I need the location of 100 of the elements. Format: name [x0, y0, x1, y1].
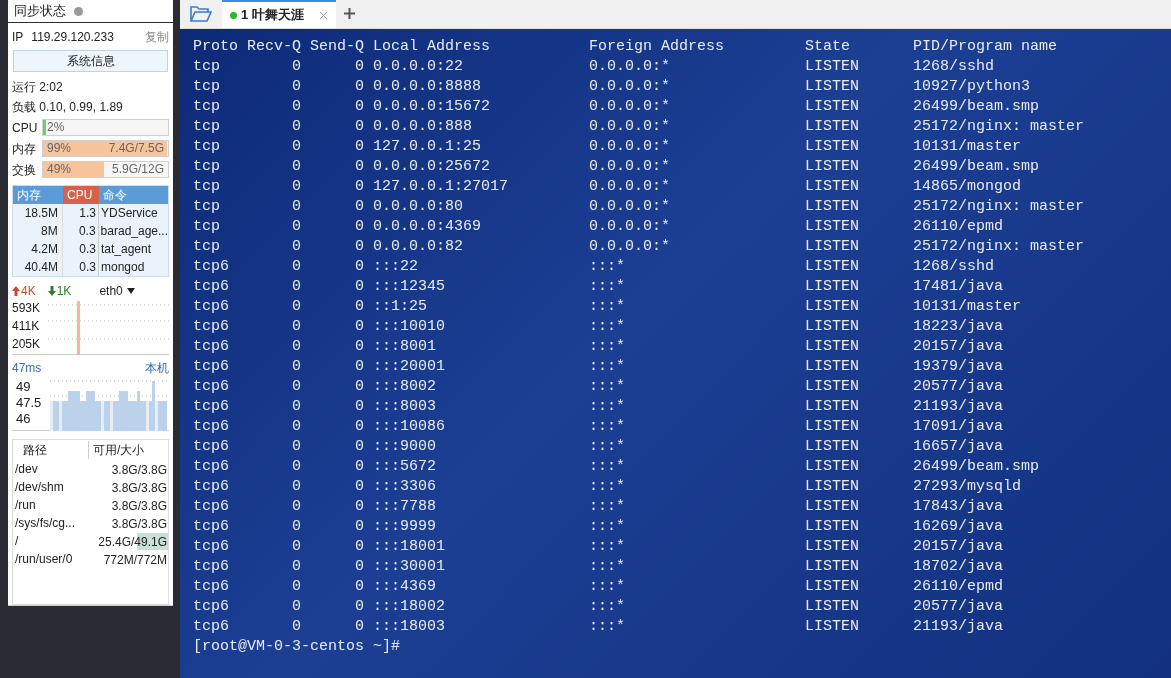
table-cell: 18.5M	[13, 204, 63, 222]
terminal-cell-text: 0	[291, 597, 301, 617]
terminal-cell-text: 0	[354, 537, 364, 557]
terminal-cell-text: tcp	[193, 77, 221, 97]
terminal-cell-text: 0	[354, 257, 364, 277]
table-cell: 8M	[13, 222, 63, 240]
terminal-cell-text: 0	[291, 497, 301, 517]
terminal-cell-text: LISTEN	[805, 257, 860, 277]
shell-prompt: [root@VM-0-3-centos ~]#	[193, 638, 401, 655]
sync-label: 同步状态	[14, 2, 66, 21]
terminal-cell-text: tcp	[193, 197, 221, 217]
terminal-cell-text: LISTEN	[805, 337, 860, 357]
column-header: Local Address	[373, 37, 492, 57]
terminal-cell-text: 0	[354, 157, 364, 177]
terminal-cell-text: 21193/java	[913, 397, 1004, 417]
terminal-cell-text: LISTEN	[805, 577, 860, 597]
terminal-cell-text: tcp6	[193, 257, 230, 277]
terminal-cell-text: 0	[291, 217, 301, 237]
terminal-cell-text: tcp6	[193, 397, 230, 417]
column-header: Foreign Address	[589, 37, 726, 57]
terminal-cell-text: 0.0.0.0:*	[589, 117, 671, 137]
system-info-button[interactable]: 系统信息	[13, 50, 168, 72]
terminal-cell-text: :::*	[589, 257, 626, 277]
terminal-cell-text: 0	[291, 477, 301, 497]
terminal-cell-text: tcp	[193, 57, 221, 77]
axis-label: 593K	[12, 300, 42, 317]
terminal-cell-text: 16657/java	[913, 437, 1004, 457]
terminal-cell-text: 25172/nginx: master	[913, 197, 1086, 217]
terminal-cell-text: 25172/nginx: master	[913, 117, 1086, 137]
terminal-cell-text: LISTEN	[805, 117, 860, 137]
terminal-cell-text: tcp6	[193, 577, 230, 597]
terminal-cell-text: tcp6	[193, 537, 230, 557]
interface-dropdown[interactable]: eth0	[99, 282, 135, 300]
terminal-cell-text: 0.0.0.0:*	[589, 237, 671, 257]
terminal-cell-text: 18702/java	[913, 557, 1004, 577]
table-cell-text: /	[14, 533, 20, 550]
terminal-cell-text: LISTEN	[805, 217, 860, 237]
terminal-cell-text: LISTEN	[805, 137, 860, 157]
usage-text: 25.4G/49.1G	[98, 533, 168, 550]
table-cell-text: /run	[14, 497, 37, 514]
close-icon[interactable]	[319, 10, 328, 20]
ip-address: 119.29.120.233	[31, 29, 115, 46]
terminal-cell-text: :::*	[589, 537, 626, 557]
terminal-cell-text: LISTEN	[805, 477, 860, 497]
column-header[interactable]: CPU	[63, 186, 99, 204]
terminal-cell-text: LISTEN	[805, 377, 860, 397]
terminal-cell-text: :::8001	[373, 337, 437, 357]
terminal-cell-text: 0	[354, 437, 364, 457]
terminal-cell-text: :::4369	[373, 577, 437, 597]
table-cell-text: barad_age...	[99, 223, 168, 240]
terminal-cell-text: 0	[354, 297, 364, 317]
axis-label: 411K	[12, 318, 41, 335]
terminal-cell-text: 0	[354, 277, 364, 297]
up-arrow-icon	[12, 286, 20, 296]
column-header[interactable]: 可用/大小	[89, 441, 168, 459]
terminal-cell-text: 0	[291, 97, 301, 117]
terminal-cell-text: :::*	[589, 357, 626, 377]
terminal-cell-text: LISTEN	[805, 517, 860, 537]
table-cell: 0.3	[63, 240, 99, 258]
terminal-cell-text: :::*	[589, 317, 626, 337]
terminal-cell-text: 0	[354, 557, 364, 577]
terminal-cell-text: 0	[354, 117, 364, 137]
terminal-cell-text: 17481/java	[913, 277, 1004, 297]
terminal-cell-text: 0.0.0.0:*	[589, 157, 671, 177]
terminal-cell-text: 0.0.0.0:*	[589, 77, 671, 97]
column-header[interactable]: 路径	[13, 441, 89, 459]
terminal-cell-text: 0.0.0.0:15672	[373, 97, 492, 117]
table-cell-text: YDService	[100, 205, 159, 222]
usage-text: 3.8G/3.8G	[111, 497, 168, 514]
terminal-cell-text: :::*	[589, 557, 626, 577]
terminal-cell-text: 0.0.0.0:*	[589, 97, 671, 117]
session-tab[interactable]: 1 叶舞天涯	[222, 0, 336, 28]
terminal-cell-text: 0	[354, 617, 364, 637]
terminal-cell-text: 0	[291, 577, 301, 597]
add-tab-icon[interactable]	[344, 8, 355, 19]
down-arrow-icon	[47, 286, 56, 296]
caret-icon	[126, 288, 135, 294]
table-cell-text: /sys/fs/cg...	[14, 515, 76, 532]
terminal-cell-text: 26499/beam.smp	[913, 157, 1041, 177]
table-cell-text: /run/user/0	[14, 551, 74, 568]
terminal-cell-text: 0	[354, 417, 364, 437]
terminal-cell-text: 0	[291, 457, 301, 477]
load-average-text: 负载 0.10, 0.99, 1.89	[11, 99, 124, 116]
terminal-cell-text: 0	[354, 77, 364, 97]
meter-label: 内存	[12, 140, 37, 158]
terminal-cell-text: :::*	[589, 577, 626, 597]
terminal-cell-text: 0	[291, 337, 301, 357]
terminal-cell-text: 0	[291, 157, 301, 177]
terminal-cell-text: 26499/beam.smp	[913, 457, 1041, 477]
terminal-cell-text: 0	[354, 357, 364, 377]
terminal-cell-text: :::*	[589, 297, 626, 317]
terminal-cell-text: 26499/beam.smp	[913, 97, 1041, 117]
terminal-cell-text: :::22	[373, 257, 419, 277]
table-cell: 40.4M	[13, 258, 63, 276]
terminal-cell-text: 0.0.0.0:*	[589, 137, 671, 157]
terminal-cell-text: :::10086	[373, 417, 446, 437]
terminal-cell-text: 20157/java	[913, 537, 1004, 557]
terminal-cell-text: tcp6	[193, 377, 230, 397]
table-cell-text: mongod	[100, 259, 146, 276]
copy-link[interactable]: 复制	[145, 28, 169, 46]
